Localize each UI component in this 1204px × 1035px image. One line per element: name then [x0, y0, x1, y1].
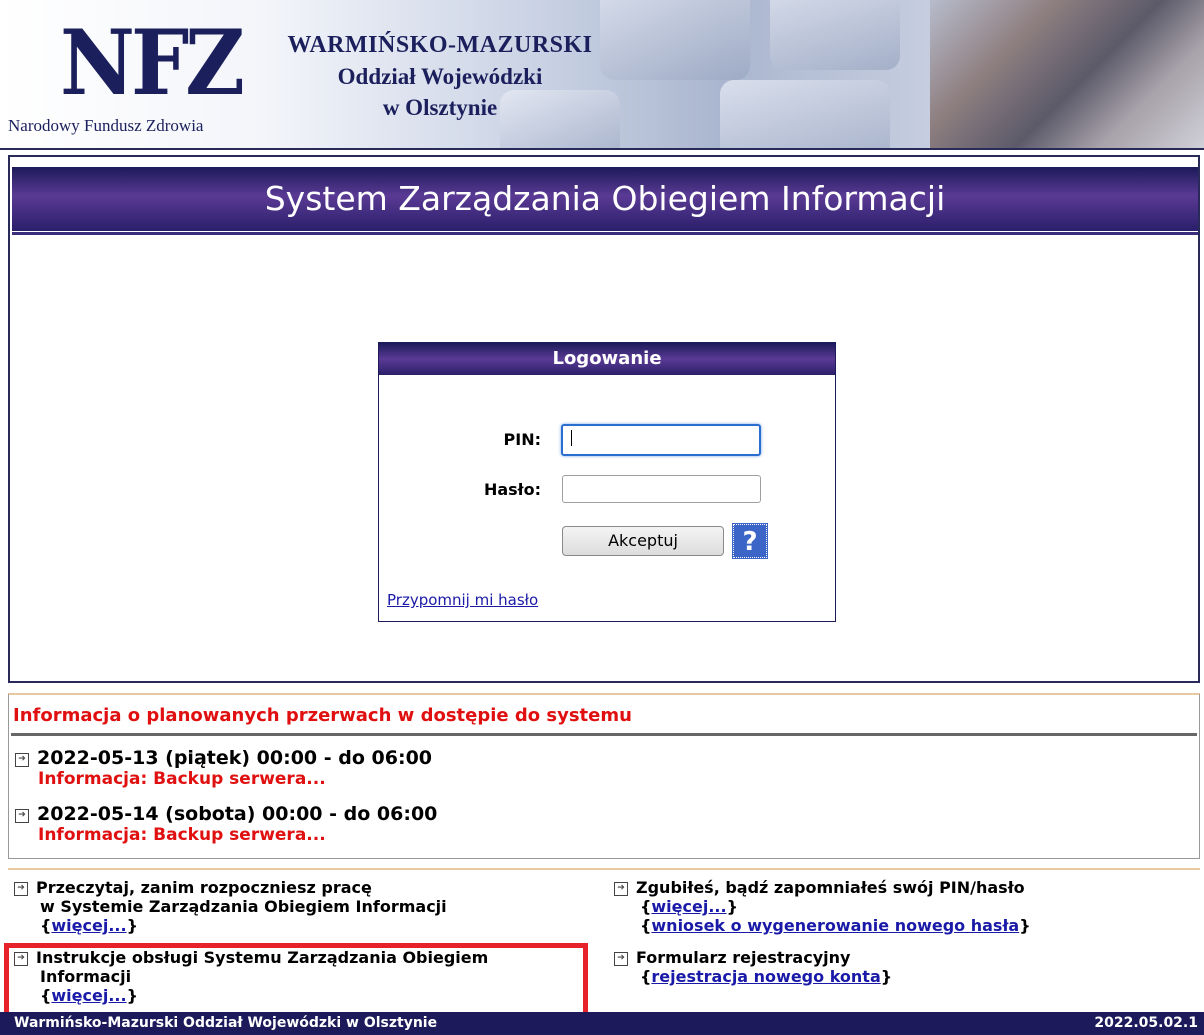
read-first-title: Przeczytaj, zanim rozpoczniesz pracę [36, 878, 372, 897]
header-banner: NFZ Narodowy Fundusz Zdrowia WARMIŃSKO-M… [0, 0, 1204, 150]
maintenance-date: 2022-05-14 (sobota) 00:00 - do 06:00 [37, 803, 438, 825]
brace: } [880, 967, 893, 986]
read-first-item: ➔ Przeczytaj, zanim rozpoczniesz pracę w … [14, 878, 447, 935]
lost-pin-item: ➔ Zgubiłeś, bądź zapomniałeś swój PIN/has… [614, 878, 1031, 935]
brace: { [640, 967, 652, 986]
region-line-3: w Olsztynie [382, 95, 498, 120]
footer: Warmińsko-Mazurski Oddział Wojewódzki w … [0, 1012, 1204, 1035]
brace: { [40, 916, 52, 935]
arrow-box-icon: ➔ [14, 881, 28, 896]
maintenance-desc: Informacja: Backup serwera... [38, 825, 326, 845]
read-first-more-link[interactable]: więcej... [51, 916, 126, 935]
registration-link[interactable]: rejestracja nowego konta [651, 967, 880, 986]
brace: } [126, 916, 138, 935]
help-icon[interactable]: ? [732, 523, 768, 559]
registration-title: Formularz rejestracyjny [636, 948, 851, 967]
password-input[interactable] [562, 475, 761, 503]
keyboard-key-graphic [720, 80, 890, 148]
nfz-logo: NFZ [60, 10, 245, 116]
logo-subtitle: Narodowy Fundusz Zdrowia [8, 116, 204, 135]
maintenance-heading: Informacja o planowanych przerwach w dos… [13, 705, 632, 726]
page-title: System Zarządzania Obiegiem Informacji [12, 167, 1198, 235]
maintenance-date: 2022-05-13 (piątek) 00:00 - do 06:00 [37, 747, 433, 769]
maintenance-entry: ➔ 2022-05-14 (sobota) 00:00 - do 06:00 In… [15, 803, 437, 845]
text-caret [571, 430, 572, 446]
login-heading: Logowanie [379, 343, 835, 375]
arrow-box-icon: ➔ [614, 881, 628, 896]
remind-password-link[interactable]: Przypomnij mi hasło [387, 591, 538, 609]
brace: { [640, 897, 652, 916]
login-box: Logowanie PIN: Hasło: Akceptuj ? Przypom… [378, 342, 836, 622]
maintenance-desc: Informacja: Backup serwera... [38, 769, 326, 789]
region-name: WARMIŃSKO-MAZURSKI Oddział Wojewódzki w … [250, 30, 630, 123]
brace: } [726, 897, 738, 916]
accept-button[interactable]: Akceptuj [562, 526, 724, 556]
pin-label: PIN: [503, 430, 541, 449]
registration-item: ➔ Formularz rejestracyjny {rejestracja no… [614, 948, 892, 986]
maintenance-entry: ➔ 2022-05-13 (piątek) 00:00 - do 06:00 In… [15, 747, 432, 789]
version-label: 2022.05.02.1 [1094, 1015, 1198, 1031]
password-label: Hasło: [483, 480, 541, 499]
lost-pin-more-link[interactable]: więcej... [651, 897, 726, 916]
lost-pin-title: Zgubiłeś, bądź zapomniałeś swój PIN/hasł… [636, 878, 1025, 897]
region-line-2: Oddział Wojewódzki [337, 64, 543, 89]
pin-input[interactable] [561, 424, 761, 456]
doctors-photo [930, 0, 1204, 148]
brace: } [1019, 916, 1031, 935]
maintenance-info-section: Informacja o planowanych przerwach w dos… [8, 693, 1200, 859]
brace: { [640, 916, 652, 935]
divider [11, 733, 1197, 736]
arrow-box-icon: ➔ [15, 752, 29, 767]
footer-org-name: Warmińsko-Mazurski Oddział Wojewódzki w … [14, 1015, 438, 1031]
read-first-subtitle: w Systemie Zarządzania Obiegiem Informac… [40, 897, 447, 916]
keyboard-key-graphic [770, 0, 900, 70]
region-line-1: WARMIŃSKO-MAZURSKI [287, 32, 593, 58]
new-password-request-link[interactable]: wniosek o wygenerowanie nowego hasła [651, 916, 1019, 935]
arrow-box-icon: ➔ [614, 951, 628, 966]
arrow-box-icon: ➔ [15, 808, 29, 823]
highlight-box [4, 943, 588, 1022]
